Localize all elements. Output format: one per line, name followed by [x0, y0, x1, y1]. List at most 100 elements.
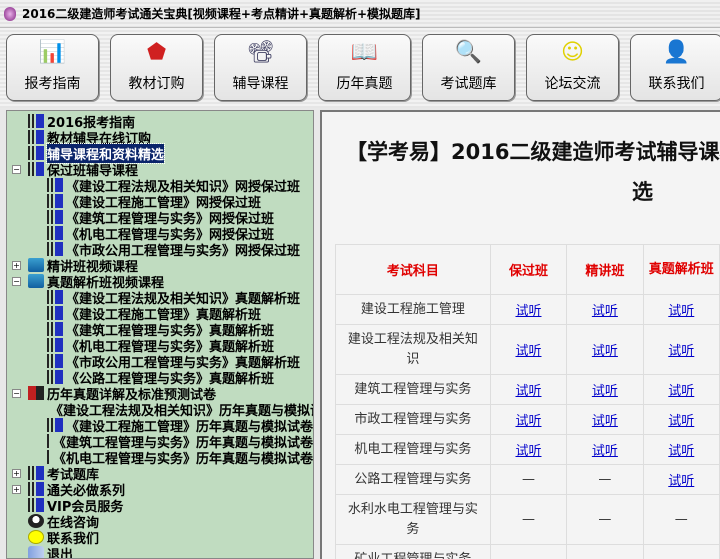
unavailable-cell — [566, 544, 644, 559]
user-computer-icon: 👤 — [662, 39, 691, 65]
toolbar: 📊 报考指南 ⬟ 教材订购 📽 辅导课程 📖 历年真题 🔍 考试题库 ☺ 论坛交流 👤 联系我们 — [0, 28, 720, 108]
projector-icon: 📽 — [246, 39, 275, 65]
books-icon — [47, 178, 63, 192]
table-row: 公路工程管理与实务 — — 试听 — [335, 464, 720, 495]
table-row: 建设工程施工管理 试听 试听 试听 — [335, 294, 720, 325]
course-table: 考试科目 保过班 精讲班 真题解析班 建设工程施工管理 试听 试听 试听 建设工程法规及… — [335, 244, 720, 559]
trial-link[interactable]: 试听 — [515, 414, 541, 429]
trial-link[interactable]: 试听 — [592, 384, 618, 399]
books-icon — [47, 354, 63, 368]
toolbar-button-6[interactable]: 👤 联系我们 — [630, 34, 720, 101]
exit-icon — [28, 546, 44, 558]
content-pane: 【学考易】2016二级建造师考试辅导课程和资料精 选 考试科目 保过班 精讲班 … — [320, 110, 720, 559]
trial-link[interactable]: 试听 — [515, 444, 541, 459]
unavailable-cell: — — [566, 464, 644, 495]
subject-cell: 水利水电工程管理与实务 — [335, 494, 491, 545]
trial-link[interactable]: 试听 — [668, 474, 694, 489]
expand-icon[interactable]: + — [12, 468, 21, 478]
page-title-continued: 选 — [632, 180, 653, 204]
header-subject: 考试科目 — [335, 244, 491, 295]
books-icon — [28, 114, 44, 128]
books-icon — [28, 482, 44, 496]
books-icon — [47, 338, 63, 352]
expand-icon[interactable]: + — [12, 484, 21, 494]
pentagon-gem-icon: ⬟ — [146, 39, 167, 65]
app-icon — [4, 6, 16, 21]
trial-link[interactable]: 试听 — [515, 384, 541, 399]
book-icon: 📖 — [350, 39, 379, 65]
trial-link[interactable]: 试听 — [668, 304, 694, 319]
unavailable-cell: — — [566, 494, 644, 545]
subject-cell: 建设工程法规及相关知识 — [335, 324, 491, 375]
subject-cell: 建设工程施工管理 — [335, 294, 491, 325]
film-icon — [28, 258, 44, 272]
subject-cell: 市政工程管理与实务 — [335, 404, 491, 435]
table-row: 建筑工程管理与实务 试听 试听 试听 — [335, 374, 720, 405]
toolbar-button-label: 报考指南 — [24, 76, 81, 92]
toolbar-button-label: 历年真题 — [336, 76, 393, 92]
toolbar-button-5[interactable]: ☺ 论坛交流 — [526, 34, 619, 101]
trial-link[interactable]: 试听 — [592, 414, 618, 429]
table-row: 矿业工程管理与实务 — [335, 544, 720, 559]
toolbar-button-2[interactable]: 📽 辅导课程 — [214, 34, 307, 101]
trial-link[interactable]: 试听 — [668, 384, 694, 399]
table-row: 建设工程法规及相关知识 试听 试听 试听 — [335, 324, 720, 375]
books-icon — [47, 370, 63, 384]
page-title: 【学考易】2016二级建造师考试辅导课程和资料精 — [346, 140, 720, 164]
table-row: 水利水电工程管理与实务 — — — — [335, 494, 720, 545]
film-icon — [28, 274, 44, 288]
header-jingjiang: 精讲班 — [566, 244, 644, 295]
books-icon — [47, 194, 63, 208]
books-icon — [28, 162, 44, 176]
collapse-icon[interactable]: − — [12, 388, 21, 398]
title-bar: 2016二级建造师考试通关宝典[视频课程+考点精讲+真题解析+模拟题库] — [0, 0, 720, 28]
books-icon — [28, 466, 44, 480]
unavailable-cell: — — [642, 494, 720, 545]
toolbar-button-4[interactable]: 🔍 考试题库 — [422, 34, 515, 101]
books-icon — [47, 226, 63, 240]
books-icon — [47, 210, 63, 224]
trial-link[interactable]: 试听 — [668, 344, 694, 359]
search-window-icon: 🔍 — [454, 39, 483, 65]
trial-link[interactable]: 试听 — [515, 344, 541, 359]
books-icon — [28, 498, 44, 512]
trial-link[interactable]: 试听 — [515, 304, 541, 319]
chart-books-icon: 📊 — [38, 39, 67, 65]
toolbar-button-0[interactable]: 📊 报考指南 — [6, 34, 99, 101]
trial-link[interactable]: 试听 — [592, 344, 618, 359]
expand-icon[interactable]: + — [12, 260, 21, 270]
unavailable-cell — [642, 544, 720, 559]
books-icon — [47, 242, 63, 256]
navigation-tree[interactable]: 2016报考指南 教材辅导在线订购 辅导课程和资料精选 − 保过班辅导课程 《建设工程法规… — [6, 110, 314, 559]
penguin-icon — [28, 514, 44, 528]
subject-cell: 矿业工程管理与实务 — [335, 544, 491, 559]
unavailable-cell — [489, 544, 568, 559]
unavailable-cell: — — [489, 494, 568, 545]
unavailable-cell: — — [489, 464, 568, 495]
trial-link[interactable]: 试听 — [668, 414, 694, 429]
window-title: 2016二级建造师考试通关宝典[视频课程+考点精讲+真题解析+模拟题库] — [22, 7, 421, 21]
subject-cell: 公路工程管理与实务 — [335, 464, 491, 495]
toolbar-button-label: 论坛交流 — [544, 76, 601, 92]
smiley-icon: ☺ — [561, 39, 584, 65]
books-icon — [47, 450, 50, 464]
books-icon — [47, 322, 63, 336]
toolbar-button-1[interactable]: ⬟ 教材订购 — [110, 34, 203, 101]
trial-link[interactable]: 试听 — [592, 304, 618, 319]
tree-item[interactable]: 退出 — [7, 545, 313, 558]
books-icon — [47, 306, 63, 320]
toolbar-button-3[interactable]: 📖 历年真题 — [318, 34, 411, 101]
books-icon — [28, 130, 44, 144]
toolbar-button-label: 考试题库 — [440, 76, 497, 92]
trial-link[interactable]: 试听 — [668, 444, 694, 459]
collapse-icon[interactable]: − — [12, 164, 21, 174]
table-row: 市政工程管理与实务 试听 试听 试听 — [335, 404, 720, 435]
header-baoguo: 保过班 — [489, 244, 568, 295]
books-icon — [28, 146, 44, 160]
header-zhenti: 真题解析班 — [642, 244, 720, 295]
collapse-icon[interactable]: − — [12, 276, 21, 286]
toolbar-button-label: 辅导课程 — [232, 76, 289, 92]
trial-link[interactable]: 试听 — [592, 444, 618, 459]
toolbar-button-label: 联系我们 — [648, 76, 705, 92]
subject-cell: 建筑工程管理与实务 — [335, 374, 491, 405]
